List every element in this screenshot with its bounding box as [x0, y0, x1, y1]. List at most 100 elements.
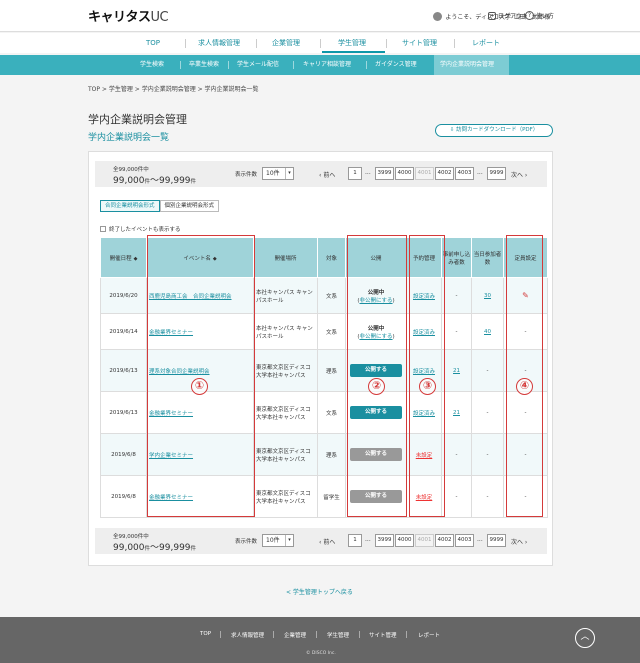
footer-nav-company[interactable]: 企業管理 [284, 631, 306, 639]
subnav-career-consult[interactable]: キャリア相談管理 [303, 55, 351, 75]
logout-icon: ➜ [488, 11, 496, 20]
header: キャリタスUC ようこそ、ディスコ大学 山田 太郎様 ➜ ログアウト ? 使い方 [0, 0, 640, 32]
highlight-fixed-column [506, 235, 543, 517]
highlight-event-column [147, 235, 255, 517]
copyright: © DISCO Inc. [306, 651, 336, 656]
subnav-separator [180, 61, 181, 69]
page-button[interactable]: 1 [348, 167, 362, 180]
page-button[interactable]: 4002 [435, 534, 454, 547]
perpage-label: 表示件数 [235, 539, 258, 545]
current-page: 4001 [415, 167, 434, 180]
footer-nav-site[interactable]: サイト管理 [369, 631, 397, 639]
page-subtitle: 学内企業説明会一覧 [88, 133, 170, 143]
chevron-down-icon: ▾ [285, 168, 293, 179]
subnav-separator [228, 61, 229, 69]
highlight-reservation-column [409, 235, 445, 517]
perpage-select[interactable]: 10件 ▾ [262, 534, 294, 547]
subnav-graduate-search[interactable]: 卒業生検索 [189, 55, 219, 75]
footer-separator [406, 631, 407, 638]
subnav-guidance[interactable]: ガイダンス管理 [375, 55, 417, 75]
main-nav: TOP 求人情報管理 企業管理 学生管理 サイト管理 レポート [0, 33, 640, 53]
col-pre-count: 事前申し込み者数 [441, 237, 472, 278]
page-ellipsis: ... [365, 169, 371, 176]
nav-top[interactable]: TOP [146, 37, 160, 49]
subnav-student-mail[interactable]: 学生メール配信 [237, 55, 279, 75]
footer-nav-report[interactable]: レポート [418, 631, 440, 639]
breadcrumb: TOP > 学生管理 > 学内企業説明会管理 > 学内企業説明会一覧 [88, 86, 259, 93]
page-ellipsis: ... [365, 536, 371, 543]
nav-student[interactable]: 学生管理 [338, 37, 366, 49]
footer-nav-top[interactable]: TOP [200, 631, 211, 637]
col-place: 開催場所 [253, 237, 318, 278]
logo[interactable]: キャリタスUC [88, 6, 169, 25]
nav-separator [454, 39, 455, 48]
pre-count-link[interactable]: 21 [453, 368, 460, 374]
nav-separator [386, 39, 387, 48]
format-tabs: 合同企業説明会形式 個別企業説明会形式 [100, 200, 220, 212]
col-date[interactable]: 開催日程 ◆ [100, 237, 147, 278]
page-button[interactable]: 4002 [435, 167, 454, 180]
total-count: 全99,000件中 [113, 167, 149, 173]
marker-3: ③ [419, 378, 436, 395]
footer-nav-job-info[interactable]: 求人情報管理 [231, 631, 264, 639]
active-nav-indicator [322, 51, 385, 53]
page-button[interactable]: 4003 [455, 167, 474, 180]
nav-separator [256, 39, 257, 48]
footer-separator [359, 631, 360, 638]
show-finished-checkbox[interactable]: 終了したイベントも表示する [100, 225, 181, 233]
col-day-count: 当日参加者数 [471, 237, 504, 278]
pre-count-link[interactable]: 21 [453, 410, 460, 416]
checkbox[interactable] [100, 226, 106, 232]
day-count-link[interactable]: 40 [484, 329, 491, 335]
nav-separator [320, 39, 321, 48]
subnav-separator [293, 61, 294, 69]
current-page: 4001 [415, 534, 434, 547]
page-button[interactable]: 4000 [395, 534, 414, 547]
footer-separator [220, 631, 221, 638]
prev-page-button[interactable]: ‹ 前へ [319, 537, 335, 546]
sort-icon[interactable]: ◆ [134, 256, 138, 262]
nav-separator [185, 39, 186, 48]
subnav-student-search[interactable]: 学生検索 [140, 55, 164, 75]
page-title: 学内企業説明会管理 [88, 113, 187, 126]
logout-button[interactable]: ➜ ログアウト [488, 11, 528, 20]
marker-1: ① [191, 378, 208, 395]
perpage-select[interactable]: 10件 ▾ [262, 167, 294, 180]
page-button[interactable]: 9999 [487, 167, 506, 180]
nav-report[interactable]: レポート [472, 37, 500, 49]
nav-site[interactable]: サイト管理 [402, 37, 437, 49]
prev-page-button[interactable]: ‹ 前へ [319, 170, 335, 179]
page-button[interactable]: 4000 [395, 167, 414, 180]
page-button[interactable]: 9999 [487, 534, 506, 547]
marker-4: ④ [516, 378, 533, 395]
next-page-button[interactable]: 次へ › [511, 170, 527, 179]
nav-company[interactable]: 企業管理 [272, 37, 300, 49]
highlight-public-column [347, 235, 407, 517]
page-ellipsis: ... [477, 536, 483, 543]
marker-2: ② [368, 378, 385, 395]
footer-separator [316, 631, 317, 638]
page-button[interactable]: 3999 [375, 167, 394, 180]
page-button[interactable]: 3999 [375, 534, 394, 547]
next-page-button[interactable]: 次へ › [511, 537, 527, 546]
help-button[interactable]: ? 使い方 [525, 11, 554, 20]
tab-individual-format[interactable]: 個別企業説明会形式 [159, 200, 220, 212]
sub-nav: 学生検索 卒業生検索 学生メール配信 キャリア相談管理 ガイダンス管理 学内企業… [0, 55, 640, 75]
subnav-company-briefing[interactable]: 学内企業説明会管理 [440, 55, 494, 75]
nav-job-info[interactable]: 求人情報管理 [198, 37, 240, 49]
page-button[interactable]: 4003 [455, 534, 474, 547]
back-to-student-top-link[interactable]: < 学生管理トップへ戻る [286, 587, 353, 596]
download-card-button[interactable]: ⇩ 訪問カードダウンロード（PDF） [435, 124, 553, 137]
footer-nav-student[interactable]: 学生管理 [327, 631, 349, 639]
range-count: 99,000件～99,999件 [113, 176, 197, 186]
pager-top: 全99,000件中 99,000件～99,999件 表示件数 10件 ▾ ‹ 前へ… [95, 161, 547, 187]
col-target: 対象 [317, 237, 346, 278]
scroll-to-top-button[interactable]: ︿ [575, 628, 595, 648]
page-button[interactable]: 1 [348, 534, 362, 547]
tab-joint-format[interactable]: 合同企業説明会形式 [100, 200, 160, 212]
day-count-link[interactable]: 30 [484, 293, 491, 299]
page-ellipsis: ... [477, 169, 483, 176]
chevron-down-icon: ▾ [285, 535, 293, 546]
user-icon [433, 12, 443, 21]
total-count: 全99,000件中 [113, 534, 149, 540]
